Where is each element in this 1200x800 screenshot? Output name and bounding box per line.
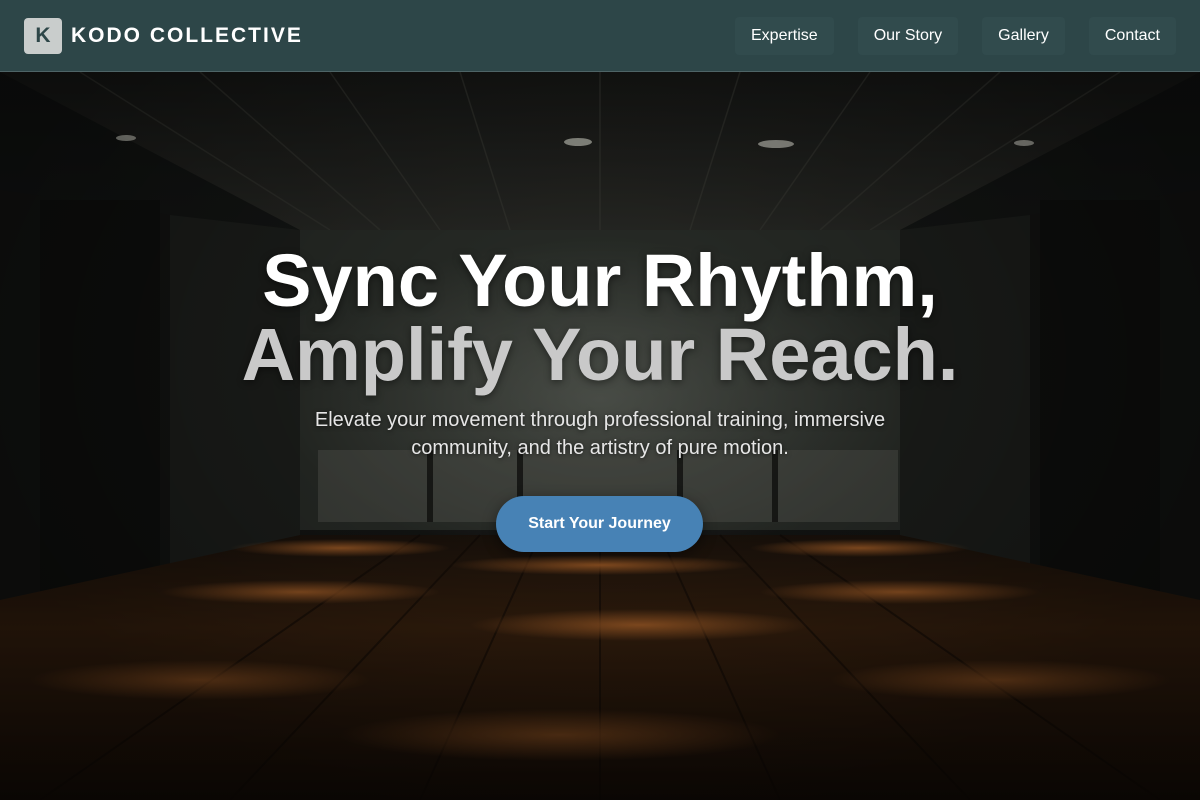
site-header: K KODO COLLECTIVE Expertise Our Story Ga… [0, 0, 1200, 72]
hero-section: Sync Your Rhythm, Amplify Your Reach. El… [0, 0, 1200, 800]
main-nav: Expertise Our Story Gallery Contact [735, 16, 1176, 55]
logo-mark: K [24, 17, 62, 54]
nav-item-expertise[interactable]: Expertise [735, 16, 834, 55]
hero-headline-line1: Sync Your Rhythm, [262, 239, 938, 322]
nav-item-gallery[interactable]: Gallery [982, 16, 1065, 55]
start-journey-button[interactable]: Start Your Journey [496, 496, 703, 552]
nav-item-our-story[interactable]: Our Story [857, 16, 959, 55]
nav-item-contact[interactable]: Contact [1088, 16, 1176, 55]
brand-logo-link[interactable]: K KODO COLLECTIVE [24, 17, 303, 54]
hero-headline-line2: Amplify Your Reach. [241, 313, 959, 396]
landing-page: K KODO COLLECTIVE Expertise Our Story Ga… [0, 0, 1200, 800]
hero-subtitle: Elevate your movement through profession… [314, 409, 886, 459]
hero-headline: Sync Your Rhythm, Amplify Your Reach. [0, 244, 1200, 392]
brand-name: KODO COLLECTIVE [71, 23, 303, 47]
